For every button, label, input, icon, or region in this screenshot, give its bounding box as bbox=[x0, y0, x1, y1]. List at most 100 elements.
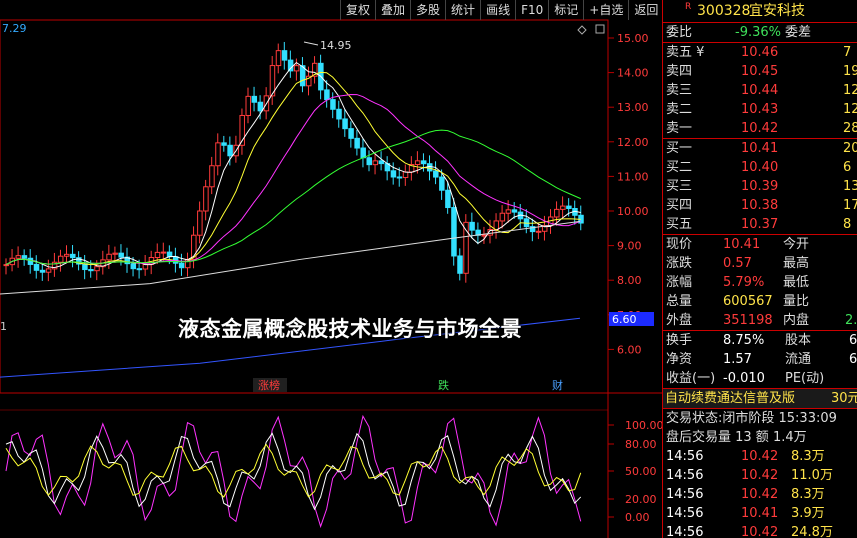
candle bbox=[197, 210, 203, 236]
candle bbox=[112, 252, 118, 255]
tick-price: 10.42 bbox=[741, 468, 779, 483]
headline-overlay: 液态金属概念股技术业务与市场全景 bbox=[178, 317, 522, 341]
toolbar-btn-2[interactable]: 多股 bbox=[410, 0, 445, 20]
candle bbox=[427, 163, 433, 172]
toolbar-btn-0[interactable]: 复权 bbox=[340, 0, 375, 20]
event-marker-cai[interactable]: 财 bbox=[552, 378, 563, 392]
price-tick: 11.00 bbox=[617, 170, 649, 183]
stat2-label: 收益(一) bbox=[666, 371, 716, 386]
trade-status-row: 交易状态:闭市阶段 15:33:09 bbox=[663, 409, 857, 428]
stat2-label: 净资 bbox=[666, 352, 693, 367]
stock-header[interactable]: R 300328 宜安科技 bbox=[663, 0, 857, 22]
candle bbox=[342, 118, 348, 130]
stat2-row: 换手 8.75% 股本 6 bbox=[663, 331, 857, 350]
ma-line bbox=[5, 61, 581, 269]
ad-banner[interactable]: 自动续费通达信普及版 30元 bbox=[663, 389, 857, 408]
candle bbox=[287, 59, 294, 72]
stat2-label: 换手 bbox=[666, 333, 693, 348]
candle bbox=[221, 142, 227, 146]
ask-label: 卖一 bbox=[666, 121, 693, 136]
weicha-label: 委差 bbox=[785, 25, 812, 40]
bid-volume: 13 bbox=[843, 179, 857, 194]
toolbar-btn-6[interactable]: 标记 bbox=[548, 0, 583, 20]
candle bbox=[257, 101, 264, 112]
event-markers: 涨榜 跌 财 bbox=[253, 378, 563, 392]
tick-price: 10.42 bbox=[741, 487, 779, 502]
candle bbox=[354, 137, 360, 149]
price-tick: 10.00 bbox=[617, 205, 649, 218]
toolbar-btn-5[interactable]: F10 bbox=[515, 0, 548, 20]
candle bbox=[160, 251, 167, 254]
osc-tick: 50.00 bbox=[625, 465, 657, 478]
tick-amount: 8.3万 bbox=[791, 487, 825, 502]
event-marker-die[interactable]: 跌 bbox=[438, 378, 449, 392]
tick-time: 14:56 bbox=[666, 468, 704, 483]
ask-volume: 7 bbox=[843, 45, 852, 60]
candle bbox=[336, 108, 342, 120]
bid-label: 买五 bbox=[666, 217, 693, 232]
stat-label: 涨跌 bbox=[666, 256, 693, 271]
stat2-value: 1.57 bbox=[723, 352, 752, 367]
ma-line bbox=[5, 71, 581, 266]
stat-value: 5.79% bbox=[723, 275, 765, 290]
candle bbox=[493, 220, 500, 230]
stat-row: 现价 10.41 今开 bbox=[663, 235, 857, 254]
toolbar-btn-8[interactable]: 返回 bbox=[628, 0, 663, 20]
tick-time: 14:56 bbox=[666, 525, 704, 538]
stat-row: 涨幅 5.79% 最低 bbox=[663, 273, 857, 292]
candle bbox=[439, 176, 445, 191]
bid-label: 买三 bbox=[666, 179, 693, 194]
tick-time: 14:56 bbox=[666, 487, 704, 502]
weibi-label: 委比 bbox=[666, 25, 693, 40]
ask-price: 10.46 bbox=[741, 45, 779, 60]
stat-label: 现价 bbox=[666, 237, 693, 252]
candle bbox=[372, 160, 379, 166]
candle bbox=[178, 262, 185, 269]
candle bbox=[469, 221, 475, 231]
bid-price: 10.39 bbox=[741, 179, 779, 194]
ask-book: 卖五 ¥ 10.46 7 卖四 10.45 19 卖三 10.44 12 卖二 10.43 12 卖一 1… bbox=[663, 43, 857, 138]
price-tick: 12.00 bbox=[617, 136, 649, 149]
toolbar-btn-1[interactable]: 叠加 bbox=[375, 0, 410, 20]
stat-row: 外盘 351198 内盘 2. bbox=[663, 311, 857, 330]
bid-label: 买一 bbox=[666, 141, 693, 156]
tick-row: 14:56 10.42 8.3万 bbox=[663, 485, 857, 504]
bid-row: 买一 10.41 20 bbox=[663, 139, 857, 158]
bid-label: 买四 bbox=[666, 198, 693, 213]
ask-label: 卖四 bbox=[666, 64, 693, 79]
stat-row: 涨跌 0.57 最高 bbox=[663, 254, 857, 273]
window-icon[interactable] bbox=[595, 24, 605, 34]
candle bbox=[39, 269, 46, 273]
ask-price: 10.43 bbox=[741, 102, 779, 117]
event-marker-zhangbang[interactable]: 涨榜 bbox=[258, 378, 280, 392]
ask-row: 卖五 ¥ 10.46 7 bbox=[663, 43, 857, 62]
candle bbox=[215, 142, 221, 167]
ad-text: 自动续费通达信普及版 bbox=[665, 391, 796, 406]
candle bbox=[209, 165, 215, 188]
tick-price: 10.42 bbox=[741, 525, 779, 538]
toolbar-btn-7[interactable]: +自选 bbox=[583, 0, 628, 20]
candle bbox=[245, 95, 251, 116]
ask-label: 卖五 ¥ bbox=[666, 45, 705, 60]
diamond-icon[interactable] bbox=[577, 25, 587, 35]
stock-name: 宜安科技 bbox=[749, 3, 805, 19]
toolbar-btn-3[interactable]: 统计 bbox=[445, 0, 480, 20]
candle bbox=[445, 189, 451, 209]
bid-price: 10.38 bbox=[741, 198, 779, 213]
candle bbox=[505, 209, 512, 214]
max-price-label: 14.95 bbox=[320, 39, 352, 52]
ask-label: 卖二 bbox=[666, 102, 693, 117]
stat-label: 涨幅 bbox=[666, 275, 693, 290]
stat-label-2: 最低 bbox=[783, 275, 810, 290]
toolbar-btn-4[interactable]: 画线 bbox=[480, 0, 515, 20]
candle bbox=[21, 255, 28, 259]
bid-volume: 6 bbox=[843, 160, 852, 175]
quote-panel: R 300328 宜安科技 委比 -9.36% 委差 卖五 ¥ 10.46 7 卖四 1… bbox=[662, 0, 857, 538]
candle bbox=[457, 255, 463, 274]
oscillator-lines bbox=[5, 414, 582, 529]
kline-chart[interactable]: 15.00 14.00 13.00 12.00 11.00 10.00 9.00 8.00 7.… bbox=[0, 0, 662, 538]
after-hours-row: 盘后交易量 13 额 1.4万 bbox=[663, 428, 857, 447]
candle bbox=[106, 253, 112, 261]
ask-price: 10.45 bbox=[741, 64, 779, 79]
bid-book: 买一 10.41 20 买二 10.40 6 买三 10.39 13 买四 10.38 17 买五 10.… bbox=[663, 139, 857, 234]
